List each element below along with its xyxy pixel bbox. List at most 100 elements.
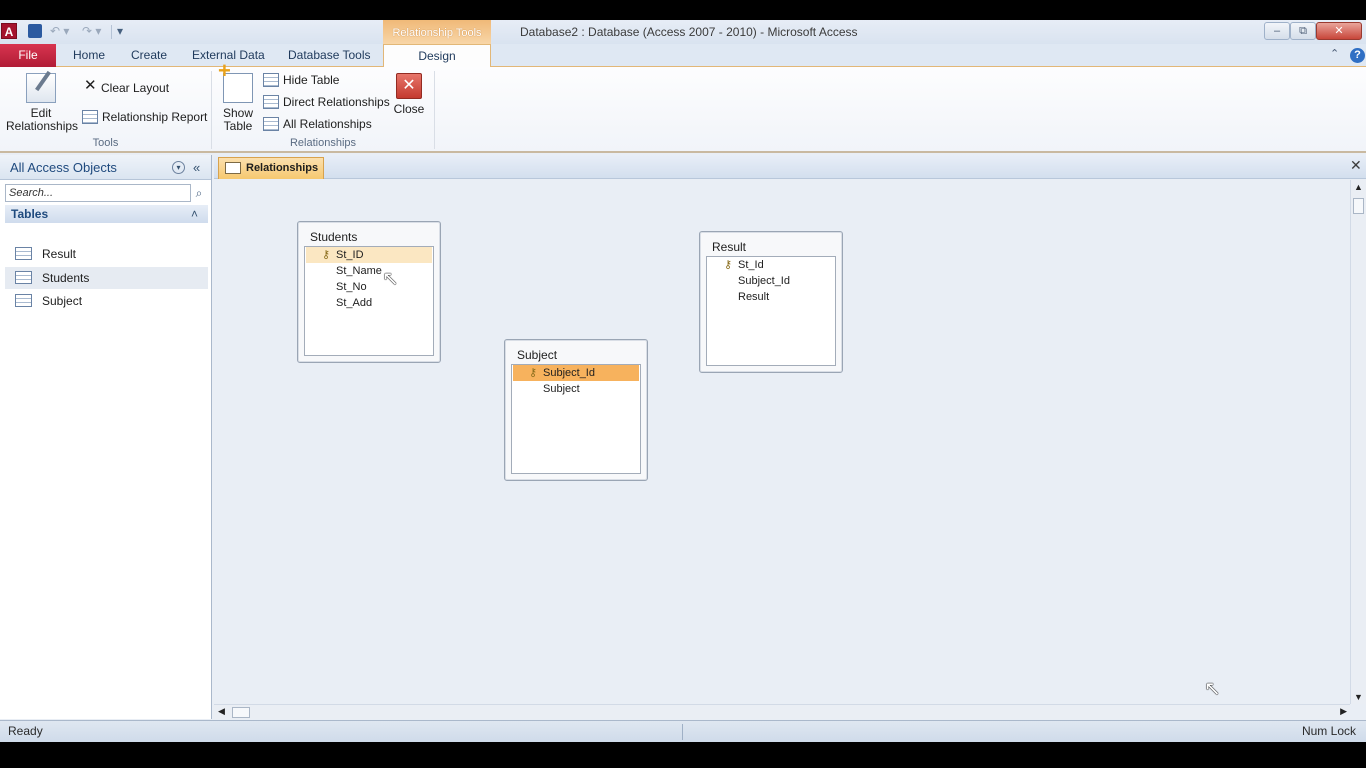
ribbon-tab-row: File Home Create External Data Database … (0, 44, 1366, 68)
horizontal-scrollbar[interactable]: ◀ ▶ (214, 704, 1350, 719)
mouse-pointer-icon: ↖ (382, 268, 399, 290)
access-app-icon[interactable]: A (1, 23, 17, 39)
field-st-name[interactable]: St_Name (306, 263, 432, 279)
scroll-down-icon[interactable]: ▼ (1354, 692, 1363, 702)
field-list: ⚷ Subject_Id Subject (511, 364, 641, 474)
field-st-id[interactable]: ⚷ St_ID (306, 247, 432, 263)
close-relationships-button[interactable]: ✕ Close (390, 73, 428, 116)
table-icon (15, 294, 32, 307)
nav-pane-header[interactable]: All Access Objects ▾ « (0, 155, 211, 180)
field-label: Subject_Id (543, 367, 595, 379)
field-list: ⚷ St_Id Subject_Id Result (706, 256, 836, 366)
group-separator (434, 71, 435, 149)
close-document-icon[interactable]: ✕ (1350, 157, 1362, 174)
primary-key-icon: ⚷ (724, 259, 733, 271)
field-st-add[interactable]: St_Add (306, 295, 432, 311)
relationship-tools-header: Relationship Tools (383, 20, 491, 44)
nav-search-input[interactable]: Search... (5, 184, 191, 202)
nav-item-result[interactable]: Result (5, 243, 208, 265)
field-st-no[interactable]: St_No (306, 279, 432, 295)
tab-design[interactable]: Design (383, 44, 491, 68)
field-subject-id[interactable]: Subject_Id (708, 273, 834, 289)
table-box-title[interactable]: Result (712, 240, 746, 254)
status-separator (682, 724, 683, 740)
direct-relationships-button[interactable]: Direct Relationships (263, 93, 390, 111)
table-box-result[interactable]: Result ⚷ St_Id Subject_Id Result (699, 231, 843, 373)
tab-database-tools[interactable]: Database Tools (288, 44, 371, 67)
tab-file[interactable]: File (0, 44, 56, 67)
field-result[interactable]: Result (708, 289, 834, 305)
direct-relationships-icon (263, 95, 279, 109)
scroll-thumb[interactable] (232, 707, 250, 718)
primary-key-icon: ⚷ (322, 249, 331, 261)
all-relationships-icon (263, 117, 279, 131)
undo-icon[interactable]: ↶ ▾ (50, 24, 69, 38)
clear-layout-button[interactable]: ✕ Clear Layout (84, 77, 170, 97)
save-icon[interactable] (28, 24, 42, 38)
scroll-right-icon[interactable]: ▶ (1340, 706, 1347, 717)
minimize-ribbon-icon[interactable]: ⌃ (1330, 47, 1339, 60)
show-table-button[interactable]: Show Table (218, 64, 256, 133)
nav-item-students[interactable]: Students (5, 267, 208, 289)
field-subject[interactable]: Subject (513, 381, 639, 397)
nav-item-label: Students (42, 271, 90, 285)
all-relationships-label: All Relationships (283, 117, 372, 131)
hide-table-icon (263, 73, 279, 87)
tab-home[interactable]: Home (73, 44, 105, 67)
table-icon (15, 247, 32, 260)
scroll-up-icon[interactable]: ▲ (1354, 182, 1363, 192)
nav-collapse-icon[interactable]: « (193, 155, 200, 180)
relationships-group-label: Relationships (289, 137, 357, 149)
direct-relationships-label: Direct Relationships (283, 95, 390, 109)
close-relationships-icon: ✕ (396, 73, 422, 99)
relationships-canvas[interactable]: Students ⚷ St_ID St_Name St_No St_Add Su… (214, 180, 1350, 704)
nav-menu-icon[interactable]: ▾ (172, 161, 185, 174)
nav-pane-title: All Access Objects (10, 160, 117, 175)
show-table-icon (218, 64, 253, 103)
scroll-thumb[interactable] (1353, 198, 1364, 214)
chevron-up-icon[interactable]: ˄ (191, 205, 198, 223)
edit-relationships-button[interactable]: Edit Relationships (6, 73, 79, 133)
status-ready: Ready (8, 724, 43, 738)
redo-icon[interactable]: ↷ ▾ (82, 24, 101, 38)
qat-separator (111, 25, 112, 39)
mouse-pointer-icon: ↖ (1204, 678, 1221, 700)
primary-key-icon: ⚷ (529, 367, 538, 379)
scroll-left-icon[interactable]: ◀ (218, 706, 225, 717)
status-num-lock: Num Lock (1301, 724, 1356, 738)
edit-relationships-icon (26, 73, 56, 103)
title-bar: A ↶ ▾ ↷ ▾ ▾ Relationship Tools Database2… (0, 20, 1366, 44)
tab-create[interactable]: Create (131, 44, 167, 67)
clear-layout-label: Clear Layout (101, 81, 170, 95)
nav-group-tables[interactable]: Tables ˄ (5, 205, 208, 223)
access-window: A ↶ ▾ ↷ ▾ ▾ Relationship Tools Database2… (0, 20, 1366, 742)
field-subject-id[interactable]: ⚷ Subject_Id (513, 365, 639, 381)
close-window-button[interactable]: ✕ (1316, 22, 1362, 40)
edit-relationships-label-2: Relationships (6, 119, 79, 133)
table-box-title[interactable]: Subject (517, 348, 557, 362)
relationship-report-button[interactable]: Relationship Report (82, 108, 207, 126)
show-table-label-2: Table (223, 119, 253, 133)
table-box-title[interactable]: Students (310, 230, 357, 244)
clear-layout-icon: ✕ (84, 77, 97, 94)
customize-qat-icon[interactable]: ▾ (117, 24, 123, 38)
all-relationships-button[interactable]: All Relationships (263, 115, 372, 133)
help-icon[interactable]: ? (1350, 48, 1365, 63)
hide-table-button[interactable]: Hide Table (263, 71, 339, 89)
tab-relationships[interactable]: Relationships (218, 157, 324, 179)
document-tab-bar: Relationships ✕ (214, 155, 1366, 179)
field-st-id[interactable]: ⚷ St_Id (708, 257, 834, 273)
nav-item-subject[interactable]: Subject (5, 290, 208, 312)
navigation-pane: All Access Objects ▾ « Search... ⌕ Table… (0, 155, 212, 719)
window-title: Database2 : Database (Access 2007 - 2010… (520, 25, 858, 39)
table-box-students[interactable]: Students ⚷ St_ID St_Name St_No St_Add (297, 221, 441, 363)
table-box-subject[interactable]: Subject ⚷ Subject_Id Subject (504, 339, 648, 481)
relationships-tab-label: Relationships (246, 162, 319, 174)
search-icon[interactable]: ⌕ (191, 184, 207, 202)
field-label: St_Id (738, 259, 764, 271)
minimize-button[interactable]: – (1264, 22, 1290, 40)
field-label: St_ID (336, 249, 364, 261)
nav-item-label: Subject (42, 294, 83, 308)
vertical-scrollbar[interactable]: ▲ ▼ (1350, 180, 1366, 704)
restore-button[interactable]: ⧉ (1290, 22, 1316, 40)
